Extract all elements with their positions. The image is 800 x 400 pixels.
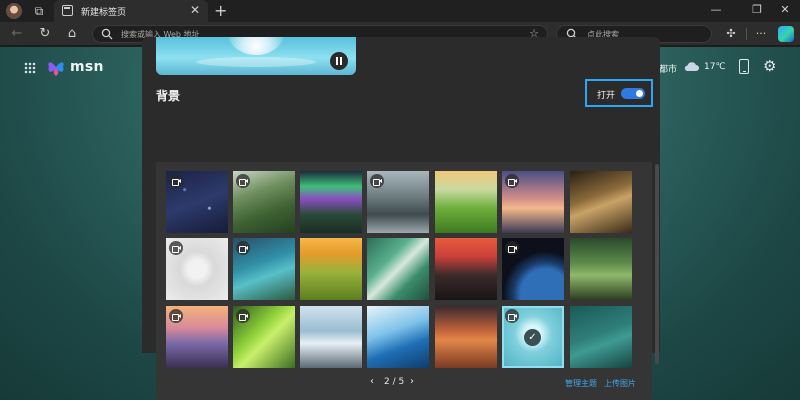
wallpaper-tile-glacier[interactable] <box>367 306 429 368</box>
upload-image-link[interactable]: 上传图片 <box>604 378 636 389</box>
weather-temperature[interactable]: 17℃ <box>704 62 726 72</box>
wallpaper-grid-scrollbar[interactable] <box>655 164 659 364</box>
video-camera-icon <box>505 241 519 255</box>
wallpaper-tile-misty-cliffs[interactable] <box>367 171 429 233</box>
msn-brand[interactable]: msn <box>70 59 104 75</box>
current-background-preview <box>156 37 356 75</box>
selected-check-icon: ✓ <box>524 329 541 346</box>
toolbar-divider <box>746 28 747 40</box>
preview-bubble <box>228 37 284 55</box>
wallpaper-tile-red-sky-coast[interactable] <box>435 238 497 300</box>
wallpaper-tile-golden-valley[interactable] <box>300 238 362 300</box>
workspaces-icon[interactable]: ⧉ <box>32 4 46 18</box>
wallpaper-tile-white-abstract[interactable] <box>166 238 228 300</box>
wallpaper-tile-ocean-waves[interactable] <box>570 306 632 368</box>
tab-title: 新建标签页 <box>81 8 127 18</box>
video-camera-icon <box>236 241 250 255</box>
wallpaper-tile-tropical-lagoon[interactable] <box>233 238 295 300</box>
cloud-icon <box>684 62 699 71</box>
profile-avatar[interactable] <box>6 3 22 19</box>
next-page-icon[interactable]: › <box>410 376 414 387</box>
toggle-label: 打开 <box>597 91 616 101</box>
previous-page-icon[interactable]: ‹ <box>370 376 374 387</box>
back-button[interactable]: ← <box>8 25 26 43</box>
tab-new-tab[interactable]: 新建标签页 ✕ <box>54 0 208 22</box>
wallpaper-tile-green-mountains[interactable] <box>233 171 295 233</box>
wallpaper-tile-green-hills-sunrise[interactable] <box>435 171 497 233</box>
page-indicator: 2 / 5 <box>384 377 405 387</box>
msn-butterfly-icon <box>48 62 64 76</box>
wallpaper-tile-aerial-river[interactable] <box>367 238 429 300</box>
app-launcher-icon[interactable] <box>24 62 36 74</box>
new-tab-button[interactable]: + <box>214 1 227 21</box>
copilot-icon[interactable] <box>778 26 794 42</box>
wallpaper-tile-coastal-sunset[interactable] <box>502 171 564 233</box>
video-camera-icon <box>370 174 384 188</box>
settings-gear-icon[interactable]: ⚙ <box>763 59 778 74</box>
pause-video-button[interactable] <box>330 52 348 70</box>
video-camera-icon <box>169 309 183 323</box>
background-toggle-switch[interactable] <box>621 88 645 99</box>
wallpaper-tile-giraffes[interactable] <box>570 171 632 233</box>
close-tab-icon[interactable]: ✕ <box>190 3 200 17</box>
wallpaper-tile-rocky-shore[interactable] <box>300 306 362 368</box>
background-section-title: 背景 <box>156 89 181 103</box>
video-camera-icon <box>236 174 250 188</box>
wallpaper-tile-desert-dunes[interactable] <box>435 306 497 368</box>
wallpaper-tile-water-bubble[interactable]: ✓ <box>502 306 564 368</box>
tab-bar: ⧉ 新建标签页 ✕ + — ❐ ✕ <box>0 0 800 22</box>
wallpaper-tile-forest-path[interactable] <box>570 238 632 300</box>
wallpaper-tile-pier-sunset[interactable] <box>166 306 228 368</box>
wallpaper-tile-aurora-mountain[interactable] <box>300 171 362 233</box>
manage-themes-link[interactable]: 管理主题 <box>565 378 597 389</box>
video-camera-icon <box>505 174 519 188</box>
video-camera-icon <box>505 309 519 323</box>
minimize-icon[interactable]: — <box>707 2 725 18</box>
video-camera-icon <box>169 241 183 255</box>
mobile-phone-icon[interactable] <box>739 59 749 74</box>
restore-icon[interactable]: ❐ <box>748 2 766 18</box>
search-icon <box>101 28 113 40</box>
page-icon <box>62 5 73 16</box>
video-camera-icon <box>236 309 250 323</box>
video-camera-icon <box>169 174 183 188</box>
wallpaper-tile-ladybug-leaf[interactable] <box>233 306 295 368</box>
home-button[interactable]: ⌂ <box>63 25 81 43</box>
pagination: ‹ 2 / 5 › <box>370 376 418 389</box>
background-toggle-highlight: 打开 <box>585 79 653 107</box>
extensions-icon[interactable]: ✣ <box>722 25 740 43</box>
window-close-icon[interactable]: ✕ <box>776 2 794 18</box>
more-menu-icon[interactable]: ··· <box>752 25 770 43</box>
refresh-button[interactable]: ↻ <box>36 25 54 43</box>
wallpaper-tile-earth-from-space[interactable] <box>502 238 564 300</box>
preview-ripple <box>196 57 316 67</box>
wallpaper-tile-starry-night[interactable] <box>166 171 228 233</box>
